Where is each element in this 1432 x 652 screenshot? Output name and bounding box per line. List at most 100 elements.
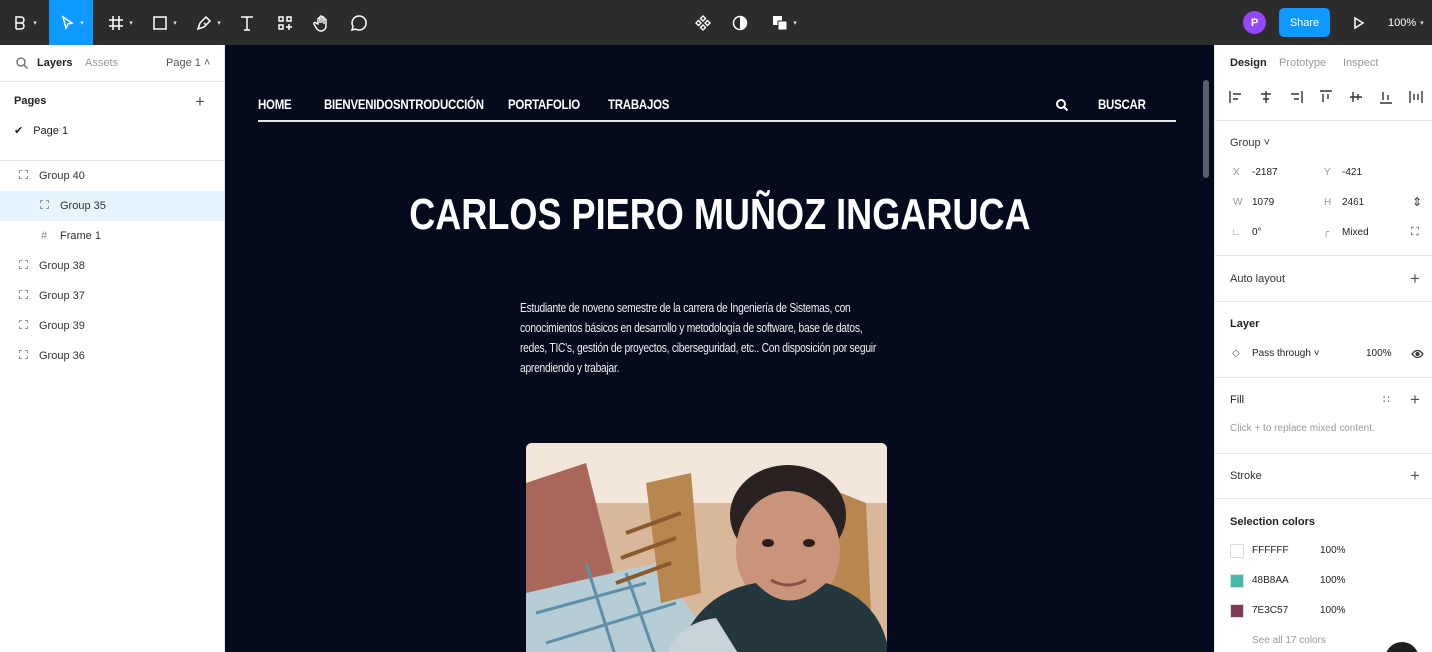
- color-hex[interactable]: 7E3C57: [1252, 605, 1288, 616]
- width-input[interactable]: 1079: [1252, 197, 1274, 208]
- comment-tool-button[interactable]: [348, 0, 370, 45]
- y-label: Y: [1324, 167, 1331, 178]
- align-right-icon[interactable]: [1289, 90, 1303, 104]
- tab-design[interactable]: Design: [1230, 57, 1267, 69]
- boolean-icon: [773, 15, 788, 30]
- share-button[interactable]: Share: [1279, 8, 1330, 37]
- color-opacity[interactable]: 100%: [1320, 575, 1346, 586]
- color-hex[interactable]: FFFFFF: [1252, 545, 1289, 556]
- eye-icon[interactable]: [1411, 349, 1424, 359]
- page-title: CARLOS PIERO MUÑOZ INGARUCA: [225, 190, 1214, 240]
- fill-section-title: Fill: [1230, 394, 1245, 406]
- shape-tool-button[interactable]: ▾: [145, 0, 183, 45]
- color-opacity[interactable]: 100%: [1320, 545, 1346, 556]
- layer-opacity-input[interactable]: 100%: [1366, 348, 1392, 359]
- canvas[interactable]: HOME BIENVENIDOSNTRODUCCIÓN PORTAFOLIO T…: [225, 45, 1214, 652]
- independent-corners-icon[interactable]: ⛶: [1411, 226, 1419, 239]
- corner-radius-input[interactable]: Mixed: [1342, 227, 1369, 238]
- nav-link-portafolio[interactable]: PORTAFOLIO: [508, 96, 580, 112]
- text-tool-button[interactable]: [236, 0, 258, 45]
- add-page-icon[interactable]: +: [195, 93, 205, 110]
- color-opacity[interactable]: 100%: [1320, 605, 1346, 616]
- main-menu-button[interactable]: ▾: [6, 0, 42, 45]
- page-item-page-1[interactable]: ✔ Page 1: [14, 124, 68, 138]
- selection-colors-title: Selection colors: [1230, 516, 1315, 528]
- color-swatch[interactable]: [1230, 574, 1244, 588]
- tab-assets[interactable]: Assets: [85, 57, 118, 69]
- tab-inspect[interactable]: Inspect: [1343, 57, 1378, 69]
- see-all-colors-link[interactable]: See all 17 colors: [1252, 635, 1326, 646]
- present-button[interactable]: [1348, 0, 1368, 45]
- add-auto-layout-icon[interactable]: +: [1410, 270, 1420, 287]
- color-hex[interactable]: 48B8AA: [1252, 575, 1289, 586]
- align-center-v-icon[interactable]: [1349, 90, 1363, 104]
- zoom-value: 100%: [1388, 16, 1417, 29]
- group-icon: [38, 200, 50, 212]
- color-swatch[interactable]: [1230, 544, 1244, 558]
- blend-mode-select[interactable]: Pass through ˅: [1252, 348, 1320, 359]
- pages-heading: Pages: [14, 95, 47, 107]
- fill-hint: Click + to replace mixed content.: [1230, 423, 1375, 434]
- search-icon[interactable]: [1055, 98, 1069, 112]
- component-button[interactable]: [692, 0, 714, 45]
- layer-item[interactable]: Group 40: [0, 161, 224, 191]
- hand-tool-button[interactable]: [311, 0, 333, 45]
- move-tool-button[interactable]: ▾: [49, 0, 93, 45]
- user-avatar[interactable]: P: [1243, 11, 1266, 34]
- rotation-input[interactable]: 0°: [1252, 227, 1262, 238]
- help-button[interactable]: [1385, 642, 1419, 652]
- tab-prototype[interactable]: Prototype: [1279, 57, 1326, 69]
- layer-item[interactable]: Group 36: [0, 341, 224, 371]
- nav-link-trabajos[interactable]: TRABAJOS: [608, 96, 669, 112]
- design-panel: Design Prototype Inspect Group ˅ X -2187…: [1214, 45, 1432, 652]
- search-label[interactable]: BUSCAR: [1098, 96, 1146, 112]
- group-icon: [17, 290, 29, 302]
- align-left-icon[interactable]: [1229, 90, 1243, 104]
- nav-link-bienvenidos[interactable]: BIENVENIDOSNTRODUCCIÓN: [324, 96, 484, 112]
- tab-layers[interactable]: Layers: [37, 57, 72, 69]
- bio-line: conocimientos básicos en desarrollo y me…: [520, 321, 863, 335]
- pen-tool-button[interactable]: ▾: [190, 0, 226, 45]
- fill-styles-icon[interactable]: ∷: [1383, 393, 1390, 406]
- zoom-dropdown[interactable]: 100% ▾: [1388, 0, 1424, 45]
- group-section-title[interactable]: Group ˅: [1230, 137, 1270, 149]
- resources-tool-button[interactable]: [274, 0, 296, 45]
- search-icon[interactable]: [15, 56, 29, 70]
- add-fill-icon[interactable]: +: [1410, 391, 1420, 408]
- y-input[interactable]: -421: [1342, 167, 1362, 178]
- layer-item[interactable]: Group 39: [0, 311, 224, 341]
- constrain-proportions-icon[interactable]: ⇕: [1412, 195, 1422, 209]
- layer-label: Group 36: [39, 350, 85, 362]
- boolean-button[interactable]: ▾: [767, 0, 801, 45]
- layer-item[interactable]: # Frame 1: [0, 221, 224, 251]
- layer-item[interactable]: Group 38: [0, 251, 224, 281]
- mask-button[interactable]: [729, 0, 751, 45]
- nav-link-home[interactable]: HOME: [258, 96, 292, 112]
- layer-label: Frame 1: [60, 230, 101, 242]
- frame-tool-button[interactable]: ▾: [103, 0, 137, 45]
- align-top-icon[interactable]: [1319, 90, 1333, 104]
- rotation-icon: ∟: [1231, 227, 1241, 238]
- divider: [1215, 120, 1432, 121]
- divider: [1215, 453, 1432, 454]
- layer-label: Group 39: [39, 320, 85, 332]
- profile-photo-illustration: [526, 443, 887, 652]
- rectangle-icon: [153, 15, 167, 30]
- distribute-icon[interactable]: [1409, 90, 1423, 104]
- layer-label: Group 38: [39, 260, 85, 272]
- height-input[interactable]: 2461: [1342, 197, 1364, 208]
- layer-item[interactable]: Group 35: [0, 191, 224, 221]
- align-center-h-icon[interactable]: [1259, 90, 1273, 104]
- page-selector[interactable]: Page 1 ˄: [166, 57, 210, 69]
- figma-menu-icon: [15, 15, 25, 30]
- bio-paragraph: Estudiante de noveno semestre de la carr…: [520, 298, 881, 378]
- stroke-section-title: Stroke: [1230, 470, 1262, 482]
- color-swatch[interactable]: [1230, 604, 1244, 618]
- x-input[interactable]: -2187: [1252, 167, 1278, 178]
- align-bottom-icon[interactable]: [1379, 90, 1393, 104]
- canvas-scrollbar[interactable]: [1203, 80, 1209, 178]
- w-label: W: [1233, 197, 1243, 208]
- layer-item[interactable]: Group 37: [0, 281, 224, 311]
- add-stroke-icon[interactable]: +: [1410, 467, 1420, 484]
- hand-icon: [313, 14, 327, 32]
